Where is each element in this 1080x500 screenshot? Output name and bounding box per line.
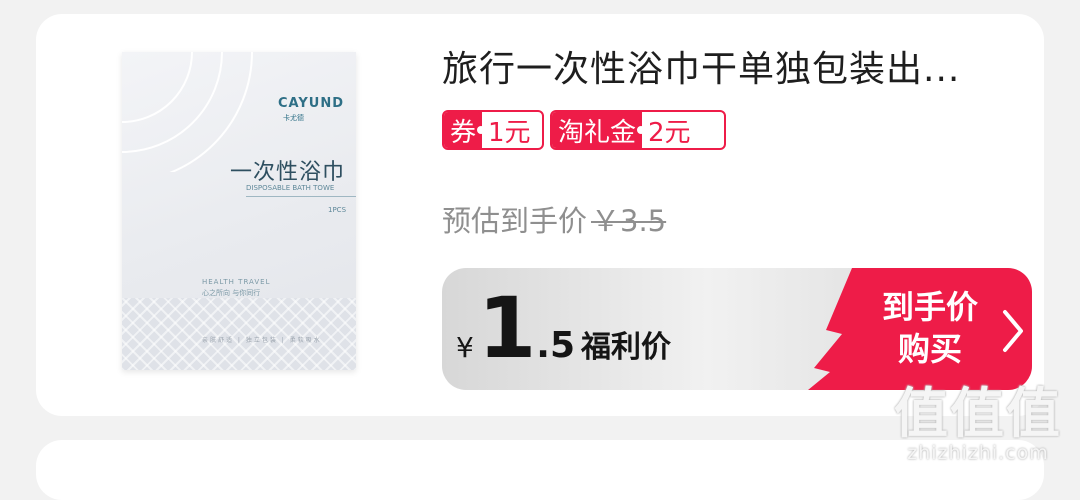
package-pcs: 1PCS [328, 206, 347, 214]
product-package-illustration: CAYUND 卡尤德 一次性浴巾 DISPOSABLE BATH TOWE 1P… [122, 52, 356, 370]
price-label: 福利价 [581, 330, 672, 365]
gift-money-tag-label: 淘礼金 [552, 112, 643, 148]
product-title[interactable]: 旅行一次性浴巾干单独包装出... [442, 40, 1012, 92]
package-divider [246, 196, 356, 197]
package-health-sub: 心之所向 与你同行 [202, 289, 261, 297]
buy-bar[interactable]: ¥ 1 .5 福利价 到手价 购买 [442, 268, 1032, 390]
watermark-logo: 值值值 [894, 382, 1062, 445]
gift-money-tag: 淘礼金 2元 [550, 110, 726, 150]
package-quilted-pattern [122, 298, 356, 370]
coupon-tag: 券 1元 [442, 110, 544, 150]
package-product-name-en: DISPOSABLE BATH TOWE [246, 184, 335, 192]
buy-button-line2: 购买 [897, 330, 962, 368]
estimated-price-label: 预估到手价 [442, 204, 588, 238]
gift-money-tag-value: 2元 [637, 112, 697, 148]
original-price: ￥3.5 [591, 204, 667, 238]
price-integer: 1 [477, 279, 537, 377]
package-brand-sub: 卡尤德 [283, 114, 304, 122]
coupon-tag-value: 1元 [477, 112, 537, 148]
package-quilt-text: 亲肤舒适 | 独立包装 | 柔软吸水 [202, 337, 322, 344]
deal-price: ¥ 1 .5 福利价 [456, 286, 671, 382]
package-brand: CAYUND [278, 96, 344, 111]
price-currency: ¥ [456, 331, 474, 364]
package-health-travel: HEALTH TRAVEL [202, 278, 271, 286]
buy-button-line1: 到手价 [881, 288, 978, 326]
site-watermark: 值值值 zhizhizhi.com [894, 382, 1062, 465]
package-product-name: 一次性浴巾 [230, 160, 346, 185]
buy-button[interactable]: 到手价 购买 [850, 286, 1023, 376]
next-product-card[interactable] [36, 440, 1044, 500]
watermark-site: zhizhizhi.com [907, 442, 1049, 464]
chevron-right-icon [1003, 310, 1023, 352]
estimated-price: 预估到手价 ￥3.5 [442, 198, 666, 240]
price-decimal: .5 [536, 325, 576, 366]
